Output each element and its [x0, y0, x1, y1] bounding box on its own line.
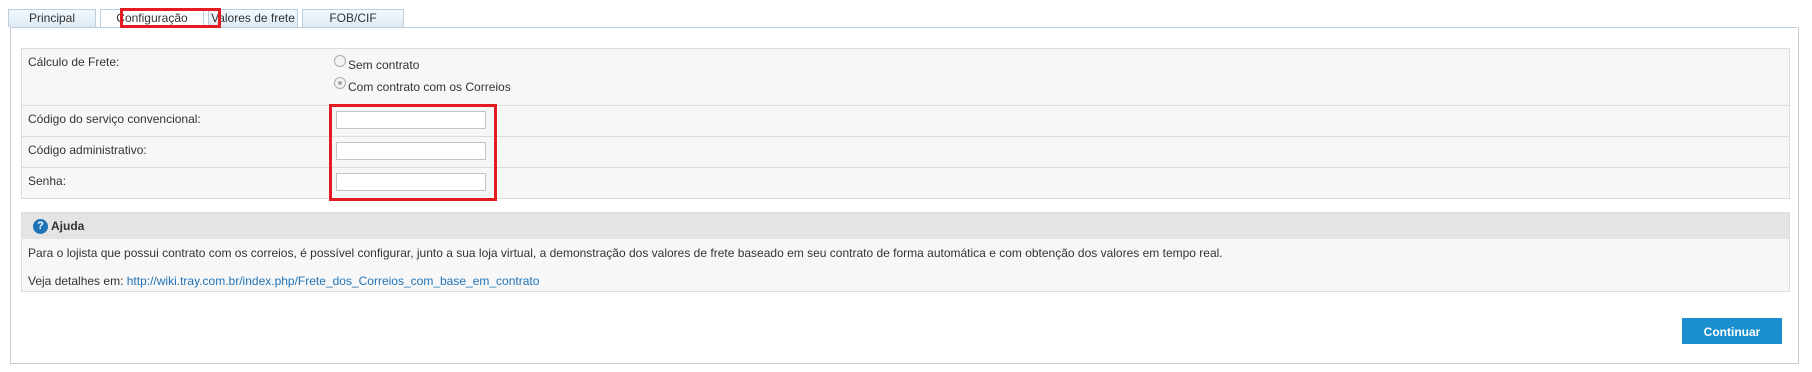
calculo-frete-label: Cálculo de Frete:: [28, 55, 120, 69]
tab-bar: Principal Configuração Valores de frete …: [8, 9, 404, 28]
help-text: Para o lojista que possui contrato com o…: [28, 246, 1223, 260]
codigo-administrativo-row: Código administrativo:: [22, 137, 1789, 168]
tab-configuracao[interactable]: Configuração: [100, 9, 204, 28]
help-details: Veja detalhes em: http://wiki.tray.com.b…: [28, 274, 539, 288]
codigo-servico-label: Código do serviço convencional:: [28, 112, 201, 126]
help-box: ? Ajuda Para o lojista que possui contra…: [21, 212, 1790, 292]
help-title: Ajuda: [51, 219, 85, 233]
option-com-contrato-label: Com contrato com os Correios: [348, 80, 511, 94]
radio-sem-contrato[interactable]: [334, 55, 346, 67]
codigo-administrativo-label: Código administrativo:: [28, 143, 147, 157]
continue-button[interactable]: Continuar: [1682, 318, 1782, 344]
codigo-servico-row: Código do serviço convencional:: [22, 106, 1789, 137]
help-header: ? Ajuda: [22, 213, 1789, 239]
question-circle-icon: ?: [33, 218, 48, 234]
senha-input[interactable]: [336, 173, 486, 191]
tab-fob-cif[interactable]: FOB/CIF: [302, 9, 404, 27]
radio-com-contrato[interactable]: [334, 77, 346, 89]
help-details-label: Veja detalhes em:: [28, 274, 124, 288]
codigo-administrativo-input[interactable]: [336, 142, 486, 160]
tab-principal[interactable]: Principal: [8, 9, 96, 27]
senha-row: Senha:: [22, 168, 1789, 198]
calculo-frete-row: Cálculo de Frete: Sem contrato Com contr…: [22, 49, 1789, 106]
senha-label: Senha:: [28, 174, 67, 188]
option-sem-contrato-label: Sem contrato: [348, 58, 420, 72]
calculo-frete-options: Sem contrato Com contrato com os Correio…: [334, 52, 511, 94]
codigo-servico-input[interactable]: [336, 111, 486, 129]
option-sem-contrato[interactable]: Sem contrato: [334, 52, 511, 72]
help-wiki-link[interactable]: http://wiki.tray.com.br/index.php/Frete_…: [127, 274, 540, 288]
shipping-config-form: Cálculo de Frete: Sem contrato Com contr…: [21, 48, 1790, 199]
option-com-contrato[interactable]: Com contrato com os Correios: [334, 74, 511, 94]
tab-valores-de-frete[interactable]: Valores de frete: [208, 9, 298, 27]
